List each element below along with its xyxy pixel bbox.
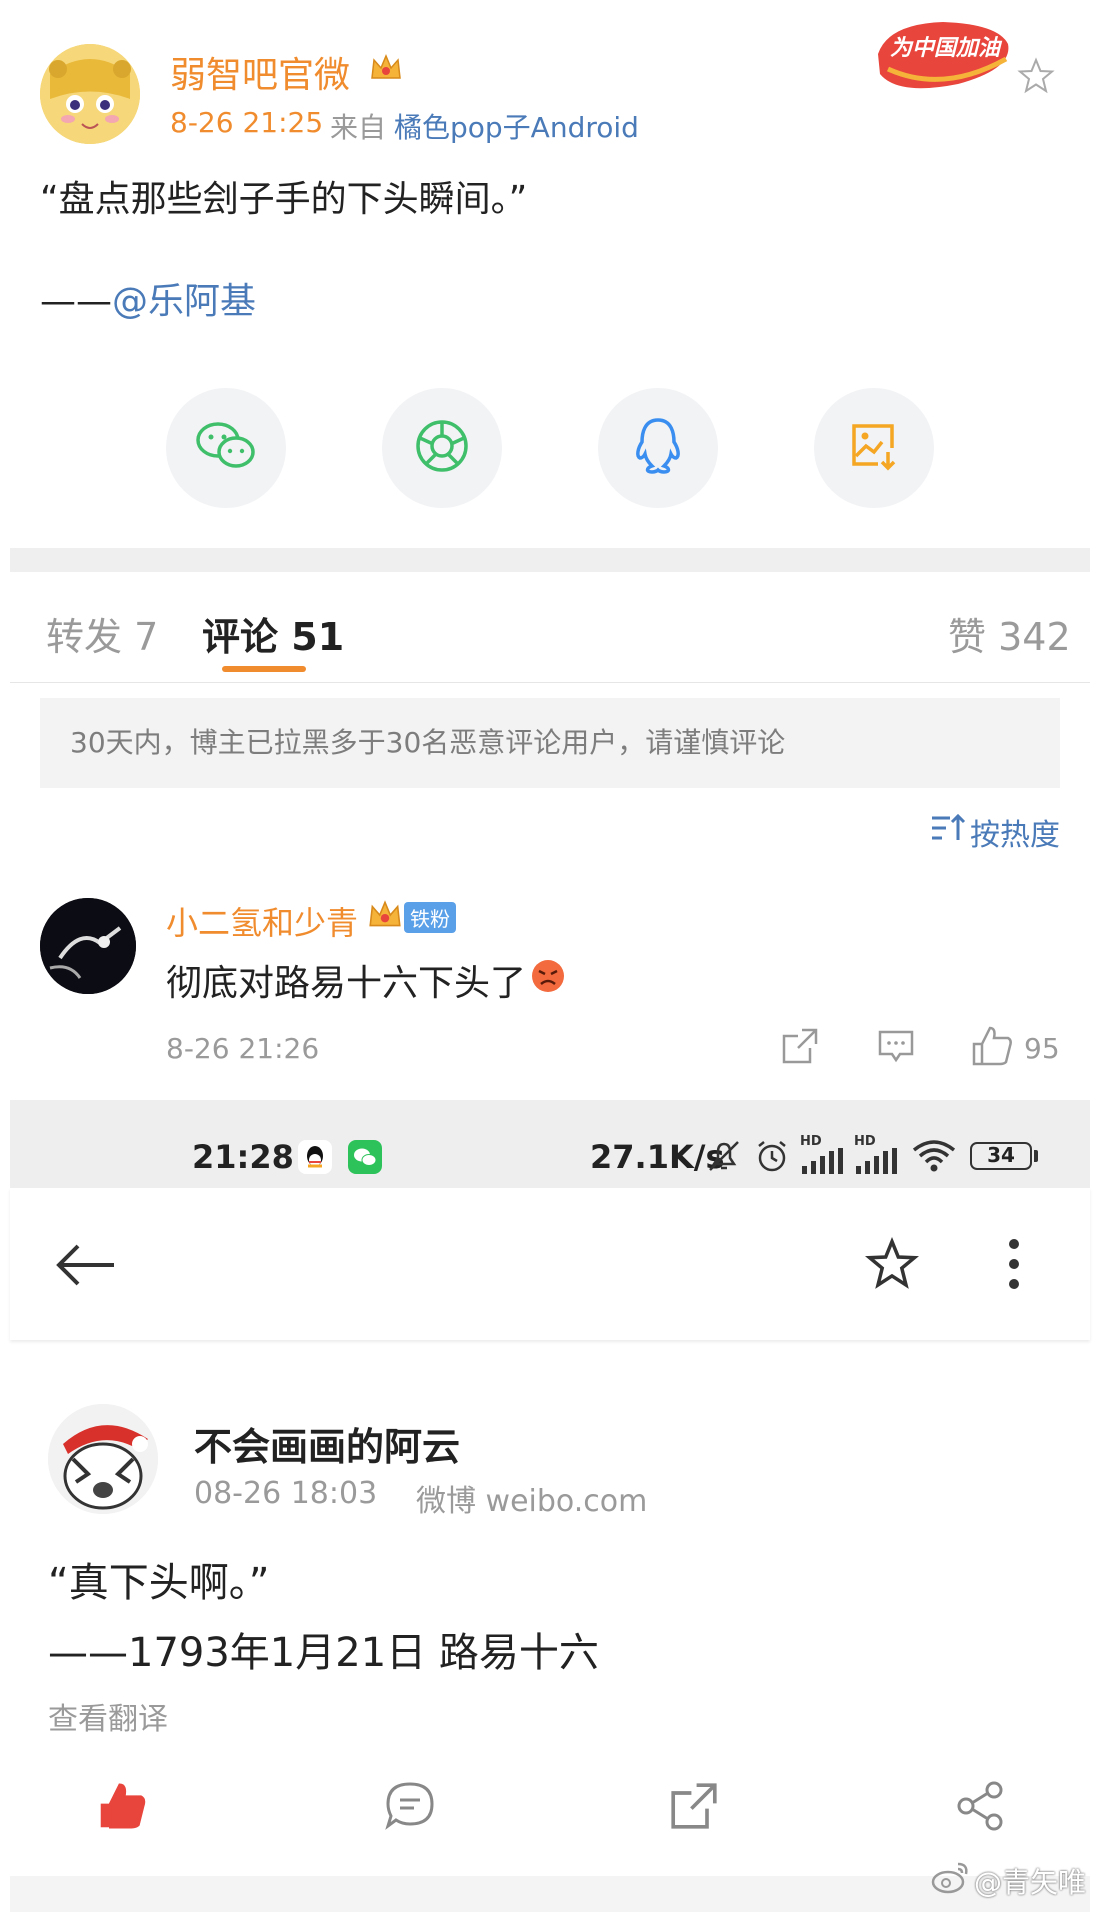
sort-label: 按热度 — [970, 818, 1060, 853]
tab-comment-count: 51 — [291, 615, 345, 659]
battery-icon: 34 — [970, 1142, 1032, 1170]
tab-likes[interactable]: 赞 342 — [948, 606, 1071, 661]
post-time: 8-26 21:25 — [170, 106, 324, 139]
share-nodes-icon — [954, 1781, 1006, 1836]
second-post-username[interactable]: 不会画画的阿云 — [194, 1416, 460, 1471]
campaign-badge-text: 为中国加油 — [890, 36, 1001, 61]
mute-icon — [706, 1138, 742, 1178]
alarm-icon — [754, 1138, 790, 1178]
tab-comment[interactable]: 评论 51 — [202, 606, 344, 661]
comment-repost-button[interactable] — [780, 1026, 820, 1070]
second-post-line2: ——1793年1月21日 路易十六 — [48, 1630, 599, 1676]
post-username[interactable]: 弱智吧官微 — [170, 46, 350, 98]
share-wechat-button[interactable] — [166, 388, 286, 508]
tab-repost-label: 转发 — [46, 615, 123, 659]
active-tab-indicator — [222, 666, 306, 672]
post-content-line2: ——@乐阿基 — [40, 272, 256, 324]
more-options-button[interactable] — [1004, 1234, 1024, 1298]
thumbs-up-filled-icon — [96, 1783, 148, 1836]
sort-by-heat-button[interactable]: 按热度 — [930, 810, 1060, 854]
comment-time: 8-26 21:26 — [166, 1032, 320, 1065]
share-qq-button[interactable] — [598, 388, 718, 508]
share-out-icon — [668, 1783, 720, 1836]
avatar[interactable] — [40, 44, 140, 144]
save-image-button[interactable] — [814, 388, 934, 508]
comment-reply-button[interactable] — [876, 1026, 916, 1070]
battery-tip — [1034, 1150, 1038, 1162]
comment-icon — [876, 1030, 916, 1070]
network-speed: 27.1K/s — [590, 1138, 725, 1176]
wechat-icon — [194, 418, 258, 478]
tab-comment-label: 评论 — [202, 615, 279, 659]
section-divider — [10, 548, 1090, 572]
campaign-badge[interactable]: 为中国加油 — [868, 14, 1018, 94]
repost-button[interactable] — [668, 1780, 720, 1836]
back-button[interactable] — [56, 1240, 116, 1294]
more-vertical-icon — [1004, 1239, 1024, 1298]
comment-username[interactable]: 小二氢和少青 — [166, 898, 358, 944]
hd-label-2: HD — [854, 1134, 876, 1149]
back-arrow-icon — [56, 1244, 116, 1294]
comment-like-count: 95 — [1024, 1031, 1060, 1065]
wechat-notification-icon — [348, 1140, 382, 1178]
second-post-time: 08-26 18:03 — [194, 1476, 378, 1511]
tab-likes-label: 赞 — [948, 615, 987, 659]
mention-link[interactable]: @乐阿基 — [112, 281, 256, 322]
watermark-text: @青矢唯 — [974, 1865, 1087, 1899]
signal-icon-2: HD — [854, 1134, 900, 1174]
share-moments-button[interactable] — [382, 388, 502, 508]
favorite-button[interactable] — [864, 1236, 920, 1296]
moments-icon — [414, 418, 470, 478]
view-translation-link[interactable]: 查看翻译 — [48, 1694, 168, 1738]
weibo-logo-icon — [930, 1860, 970, 1901]
battery-level: 34 — [987, 1143, 1015, 1167]
comment-button[interactable] — [384, 1780, 436, 1836]
hd-label: HD — [800, 1134, 822, 1149]
tab-repost[interactable]: 转发 7 — [46, 606, 158, 661]
repost-icon — [780, 1028, 820, 1070]
comment-text-row: 彻底对路易十六下头了 — [166, 954, 566, 1006]
dash: —— — [40, 281, 112, 322]
fan-badge-label: 铁粉 — [404, 901, 456, 933]
post-source[interactable]: 橘色pop子Android — [394, 106, 639, 146]
tab-repost-count: 7 — [134, 615, 159, 659]
comment-bubble-icon — [384, 1782, 436, 1836]
second-post-avatar[interactable] — [48, 1404, 158, 1514]
tabs-divider — [10, 682, 1090, 683]
star-icon[interactable] — [1016, 56, 1056, 100]
star-outline-icon — [864, 1236, 920, 1296]
second-post-line1: “真下头啊。” — [48, 1560, 270, 1606]
sort-icon — [930, 812, 966, 852]
like-button[interactable] — [96, 1780, 148, 1836]
wifi-icon — [912, 1138, 956, 1178]
nav-bar — [10, 1188, 1090, 1340]
thumbs-up-icon — [970, 1024, 1014, 1072]
share-button[interactable] — [954, 1780, 1006, 1836]
crown-icon — [368, 50, 404, 90]
qq-icon — [632, 416, 684, 480]
post-content-line1: “盘点那些刽子手的下头瞬间。” — [40, 179, 528, 220]
watermark: @青矢唯 — [930, 1860, 1086, 1901]
signal-icon: HD — [800, 1134, 846, 1174]
tab-likes-count: 342 — [998, 615, 1071, 659]
comment-avatar[interactable] — [40, 898, 136, 994]
comment-notice: 30天内，博主已拉黑多于30名恶意评论用户，请谨慎评论 — [40, 698, 1060, 788]
angry-face-icon — [530, 958, 566, 1003]
qq-notification-icon — [298, 1140, 332, 1178]
comment-like-button[interactable]: 95 — [970, 1024, 1060, 1072]
second-post-source: 微博 weibo.com — [416, 1484, 648, 1519]
post-source-prefix: 来自 — [330, 111, 387, 144]
status-time: 21:28 — [192, 1138, 294, 1176]
image-download-icon — [848, 420, 900, 476]
fan-badge: 铁粉 — [366, 896, 456, 938]
comment-text: 彻底对路易十六下头了 — [166, 963, 527, 1004]
crown-icon — [366, 896, 404, 938]
bottom-band — [10, 1876, 1090, 1912]
